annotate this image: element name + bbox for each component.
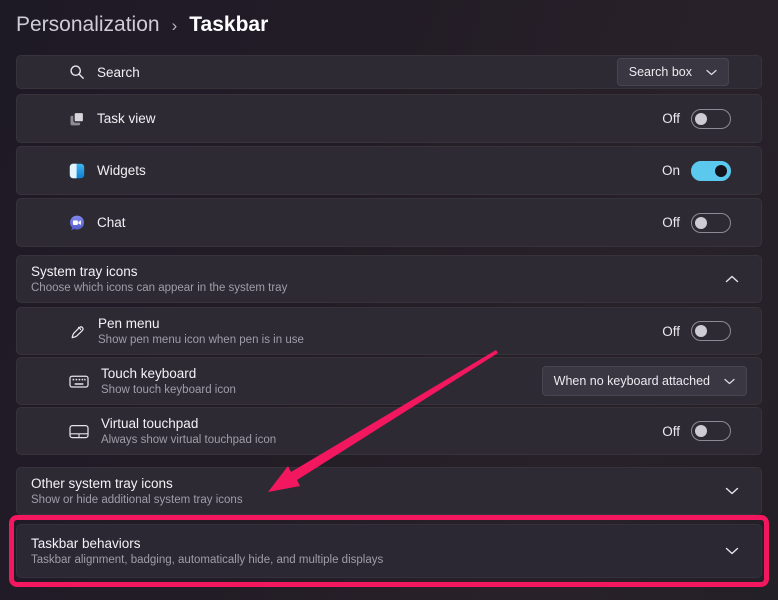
page-header: Personalization › Taskbar: [0, 0, 778, 55]
chevron-down-icon[interactable]: [725, 547, 739, 555]
virtual-touchpad-title: Virtual touchpad: [101, 416, 276, 431]
pen-menu-subtitle: Show pen menu icon when pen is in use: [98, 334, 304, 346]
other-tray-subtitle: Show or hide additional system tray icon…: [31, 494, 243, 506]
chevron-down-icon: [724, 378, 735, 385]
taskbar-behaviors-title: Taskbar behaviors: [31, 536, 383, 551]
other-tray-title: Other system tray icons: [31, 476, 243, 491]
system-tray-title: System tray icons: [31, 264, 287, 279]
taskbar-behaviors-subtitle: Taskbar alignment, badging, automaticall…: [31, 554, 383, 566]
task-view-label: Task view: [97, 111, 156, 126]
row-widgets: Widgets On: [16, 146, 762, 195]
row-virtual-touchpad: Virtual touchpad Always show virtual tou…: [16, 407, 762, 455]
task-view-state: Off: [662, 111, 680, 126]
row-pen-menu: Pen menu Show pen menu icon when pen is …: [16, 307, 762, 355]
virtual-touchpad-subtitle: Always show virtual touchpad icon: [101, 434, 276, 446]
virtual-touchpad-toggle[interactable]: [691, 421, 731, 441]
expander-taskbar-behaviors[interactable]: Taskbar behaviors Taskbar alignment, bad…: [16, 524, 762, 578]
row-touch-keyboard: Touch keyboard Show touch keyboard icon …: [16, 357, 762, 405]
chevron-down-icon[interactable]: [725, 487, 739, 495]
widgets-toggle[interactable]: [691, 161, 731, 181]
task-view-toggle[interactable]: [691, 109, 731, 129]
pen-icon: [69, 323, 86, 340]
search-mode-value: Search box: [629, 65, 692, 79]
breadcrumb-separator-icon: ›: [172, 16, 178, 36]
search-icon: [69, 64, 85, 80]
search-mode-dropdown[interactable]: Search box: [617, 58, 729, 86]
touch-keyboard-title: Touch keyboard: [101, 366, 236, 381]
widgets-icon: [69, 163, 85, 179]
row-chat: Chat Off: [16, 198, 762, 247]
page-title: Taskbar: [189, 13, 268, 37]
widgets-label: Widgets: [97, 163, 146, 178]
chat-label: Chat: [97, 215, 126, 230]
widgets-state: On: [662, 163, 680, 178]
touchpad-icon: [69, 424, 89, 439]
chat-toggle[interactable]: [691, 213, 731, 233]
touch-keyboard-subtitle: Show touch keyboard icon: [101, 384, 236, 396]
row-task-view: Task view Off: [16, 94, 762, 143]
virtual-touchpad-state: Off: [662, 424, 680, 439]
pen-menu-state: Off: [662, 324, 680, 339]
row-search: Search Search box: [16, 55, 762, 89]
task-view-icon: [69, 111, 85, 127]
expander-system-tray-icons[interactable]: System tray icons Choose which icons can…: [16, 255, 762, 303]
pen-menu-toggle[interactable]: [691, 321, 731, 341]
touch-keyboard-dropdown-value: When no keyboard attached: [554, 374, 710, 388]
chevron-up-icon[interactable]: [725, 275, 739, 283]
settings-list: Search Search box Task view Off Widgets: [16, 55, 762, 578]
breadcrumb: Personalization › Taskbar: [16, 13, 778, 37]
touch-keyboard-dropdown[interactable]: When no keyboard attached: [542, 366, 747, 396]
system-tray-subtitle: Choose which icons can appear in the sys…: [31, 282, 287, 294]
search-label: Search: [97, 65, 140, 80]
chat-icon: [69, 215, 85, 231]
pen-menu-title: Pen menu: [98, 316, 304, 331]
chevron-down-icon: [706, 69, 717, 76]
breadcrumb-personalization[interactable]: Personalization: [16, 13, 160, 37]
chat-state: Off: [662, 215, 680, 230]
expander-other-system-tray-icons[interactable]: Other system tray icons Show or hide add…: [16, 467, 762, 515]
keyboard-icon: [69, 374, 89, 389]
